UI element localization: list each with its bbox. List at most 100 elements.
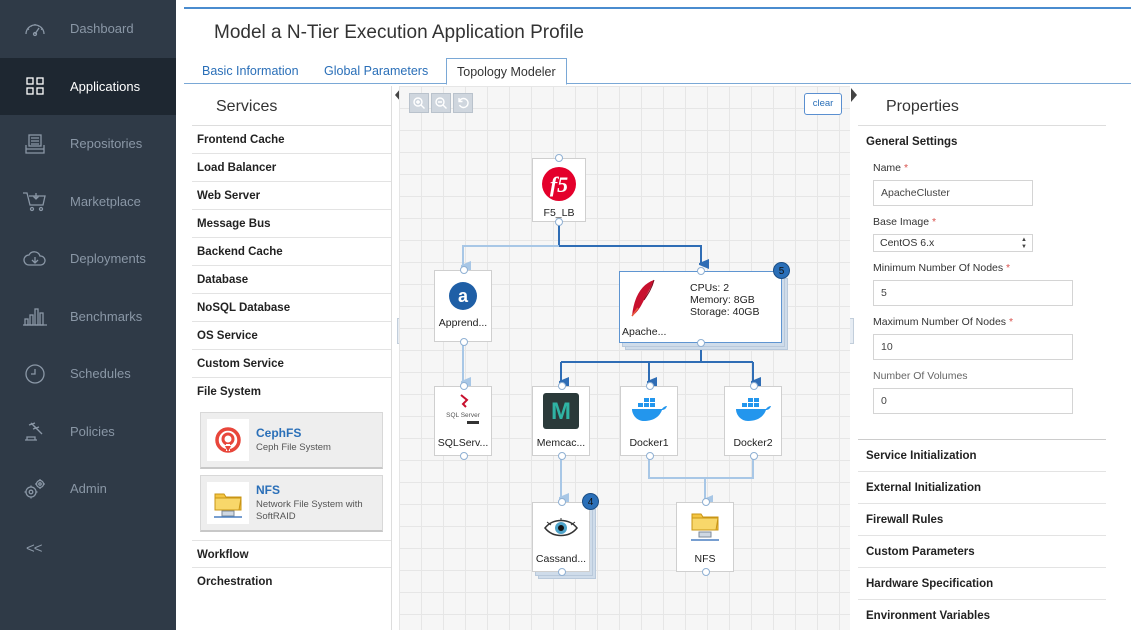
min-nodes-field[interactable]: 5: [873, 280, 1073, 306]
zoom-in-icon[interactable]: [409, 93, 429, 113]
node-label: Memcac...: [536, 437, 586, 449]
collapse-properties-arrow[interactable]: [851, 88, 857, 102]
node-sqlserver[interactable]: SQL Server SQLServ...: [434, 382, 492, 460]
service-card-text: NFS Network File System with SoftRAID: [256, 483, 376, 523]
base-image-select[interactable]: CentOS 6.x ▲ ▼: [873, 234, 1033, 252]
node-port-top[interactable]: [750, 382, 758, 390]
node-apache[interactable]: Apache... CPUs: 2 Memory: 8GB Storage: 4…: [619, 267, 782, 347]
node-port-bottom[interactable]: [460, 338, 468, 346]
general-settings-heading[interactable]: General Settings: [858, 126, 1106, 158]
volumes-field[interactable]: 0: [873, 388, 1073, 414]
service-card-desc: Ceph File System: [256, 442, 331, 453]
node-count-badge: 4: [582, 493, 599, 510]
node-port-top[interactable]: [558, 382, 566, 390]
node-port-top[interactable]: [555, 154, 563, 162]
tab-global-parameters[interactable]: Global Parameters: [314, 58, 438, 84]
node-port-bottom[interactable]: [460, 452, 468, 460]
node-port-top[interactable]: [697, 267, 705, 275]
section-hardware-specification[interactable]: Hardware Specification: [858, 568, 1106, 600]
sidebar-item-applications[interactable]: Applications: [0, 57, 176, 115]
topology-links: [399, 222, 850, 630]
required-marker: *: [1006, 262, 1011, 274]
tab-bar: Basic Information Global Parameters Topo…: [184, 58, 1131, 85]
name-field[interactable]: ApacheCluster: [873, 180, 1033, 206]
link-docker2-nfs: [705, 456, 754, 479]
sidebar-item-label: Policies: [70, 423, 115, 439]
node-memcached[interactable]: M Memcac...: [532, 382, 590, 460]
node-port-top[interactable]: [558, 498, 566, 506]
sidebar-item-schedules[interactable]: Schedules: [0, 345, 176, 403]
node-cassandra[interactable]: Cassand...: [532, 498, 590, 576]
node-port-bottom[interactable]: [555, 218, 563, 226]
apache-feather-icon: [628, 278, 658, 325]
service-custom-service[interactable]: Custom Service: [192, 350, 391, 378]
service-card-cephfs[interactable]: CephFS Ceph File System: [200, 412, 383, 469]
section-custom-parameters[interactable]: Custom Parameters: [858, 536, 1106, 568]
sidebar-item-benchmarks[interactable]: Benchmarks: [0, 288, 176, 346]
node-nfs[interactable]: NFS: [676, 498, 734, 576]
tab-topology-modeler[interactable]: Topology Modeler: [446, 58, 567, 85]
node-port-top[interactable]: [646, 382, 654, 390]
sidebar-item-marketplace[interactable]: Marketplace: [0, 173, 176, 231]
topology-canvas[interactable]: clear f5 F5_LB a Apprend... Apache... CP…: [399, 86, 850, 630]
sidebar-item-label: Schedules: [70, 366, 131, 382]
collapse-sidebar-button[interactable]: <<: [26, 540, 43, 557]
sidebar-item-deployments[interactable]: Deployments: [0, 230, 176, 288]
node-label: Docker1: [629, 437, 669, 449]
properties-panel: Properties General Settings Name * Apach…: [858, 86, 1106, 630]
service-backend-cache[interactable]: Backend Cache: [192, 238, 391, 266]
node-port-bottom[interactable]: [750, 452, 758, 460]
f5-icon: f5: [541, 166, 577, 207]
service-card-nfs[interactable]: NFS Network File System with SoftRAID: [200, 475, 383, 532]
node-port-bottom[interactable]: [558, 452, 566, 460]
section-external-initialization[interactable]: External Initialization: [858, 472, 1106, 504]
dashboard-icon: [20, 17, 50, 41]
service-database[interactable]: Database: [192, 266, 391, 294]
bar-chart-icon: [20, 304, 50, 328]
clear-button[interactable]: clear: [804, 93, 842, 115]
tab-basic-information[interactable]: Basic Information: [192, 58, 309, 84]
service-workflow[interactable]: Workflow: [192, 540, 391, 568]
node-port-top[interactable]: [460, 382, 468, 390]
service-load-balancer[interactable]: Load Balancer: [192, 154, 391, 182]
node-port-top[interactable]: [460, 266, 468, 274]
node-f5-lb[interactable]: f5 F5_LB: [532, 154, 586, 226]
zoom-out-icon[interactable]: [431, 93, 451, 113]
max-nodes-field[interactable]: 10: [873, 334, 1073, 360]
link-f5-apache: [558, 222, 701, 264]
properties-title: Properties: [858, 86, 1106, 126]
label-text: Base Image: [873, 216, 930, 228]
sidebar-item-repositories[interactable]: Repositories: [0, 115, 176, 173]
service-nosql-database[interactable]: NoSQL Database: [192, 294, 391, 322]
node-port-top[interactable]: [702, 498, 710, 506]
cart-icon: [20, 189, 50, 213]
node-port-bottom[interactable]: [558, 568, 566, 576]
sidebar-item-label: Admin: [70, 481, 107, 497]
section-firewall-rules[interactable]: Firewall Rules: [858, 504, 1106, 536]
service-web-server[interactable]: Web Server: [192, 182, 391, 210]
node-port-bottom[interactable]: [697, 339, 705, 347]
node-port-bottom[interactable]: [702, 568, 710, 576]
sidebar-item-policies[interactable]: Policies: [0, 403, 176, 461]
service-frontend-cache[interactable]: Frontend Cache: [192, 126, 391, 154]
service-message-bus[interactable]: Message Bus: [192, 210, 391, 238]
reset-icon[interactable]: [453, 93, 473, 113]
service-orchestration[interactable]: Orchestration: [192, 568, 391, 596]
node-docker2[interactable]: Docker2: [724, 382, 782, 460]
node-docker1[interactable]: Docker1: [620, 382, 678, 460]
sidebar-item-admin[interactable]: Admin: [0, 460, 176, 518]
node-port-bottom[interactable]: [646, 452, 654, 460]
sidebar-item-dashboard[interactable]: Dashboard: [0, 0, 176, 58]
cloud-icon: [20, 247, 50, 271]
sidebar-item-label: Dashboard: [70, 21, 134, 37]
service-os-service[interactable]: OS Service: [192, 322, 391, 350]
service-file-system[interactable]: File System: [192, 378, 391, 406]
memcached-icon: M: [543, 393, 579, 434]
section-service-initialization[interactable]: Service Initialization: [858, 440, 1106, 472]
node-label: Apprend...: [438, 317, 488, 329]
section-environment-variables[interactable]: Environment Variables: [858, 600, 1106, 630]
sqlserver-icon: SQL Server: [443, 393, 483, 432]
node-apprenda[interactable]: a Apprend...: [434, 266, 492, 346]
link-f5-apprenda: [463, 245, 559, 266]
node-label: SQLServ...: [437, 437, 489, 449]
